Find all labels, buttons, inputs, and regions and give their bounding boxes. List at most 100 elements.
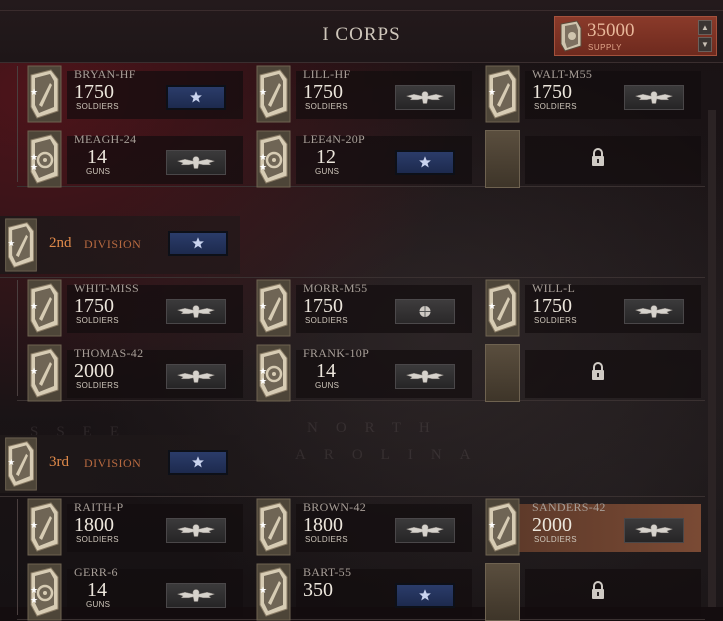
unit-card[interactable]: ★ BROWN-42 1800 SOLDIERS [256,498,472,556]
unit-card[interactable]: ★ WALT-M55 1750 SOLDIERS [485,65,701,123]
supply-down-button[interactable]: ▼ [698,37,712,52]
division-header[interactable]: ★ 3rd DIVISION [0,435,240,493]
scrollbar-track[interactable] [708,110,716,607]
unit-count: 1750 [532,81,572,103]
eagle-icon [176,589,216,602]
unit-name: GERR-6 [74,565,118,579]
unit-count: 14 [87,579,107,601]
artillery-unit-icon: ★★ [27,130,62,188]
unit-card[interactable]: ★ WHIT-MISS 1750 SOLDIERS [27,279,243,337]
unit-count-label: SOLDIERS [76,316,119,325]
infantry-unit-icon: ★ [256,498,291,556]
infantry-unit-icon: ★ [27,65,62,123]
unit-card[interactable]: ★ RAITH-P 1800 SOLDIERS [27,498,243,556]
unit-rank-badge[interactable] [166,518,226,543]
unit-rank-badge[interactable] [395,518,455,543]
svg-text:★: ★ [259,301,267,311]
unit-rank-badge[interactable] [166,85,226,110]
unit-rank-badge[interactable] [624,518,684,543]
unit-card[interactable]: ★ ★ GERR-6 14 GUNS [27,563,243,621]
svg-text:★: ★ [30,87,38,97]
unit-card[interactable]: ★ ★ LEE4N-20P 12 GUNS [256,130,472,188]
unit-card[interactable]: ★ SANDERS-42 2000 SOLDIERS [485,498,701,556]
unit-count-label: SOLDIERS [76,535,119,544]
unit-rank-badge[interactable] [166,150,226,175]
division-rank-badge[interactable] [168,450,228,475]
infantry-unit-icon: ★ [27,344,62,402]
unit-card-background [525,569,701,617]
star-icon [190,91,202,103]
svg-text:★: ★ [259,585,267,595]
unit-count-label: SOLDIERS [305,535,348,544]
svg-text:★: ★ [259,87,267,97]
svg-text:★: ★ [30,152,38,162]
unit-count-label: SOLDIERS [76,381,119,390]
eagle-icon [405,370,445,383]
unit-count-label: GUNS [315,167,340,176]
unit-name: LILL-HF [303,67,351,81]
eagle-icon [634,91,674,104]
unit-card[interactable]: ★ ★ FRANK-10P 14 GUNS [256,344,472,402]
unit-count-label: GUNS [315,381,340,390]
unit-count: 1750 [303,81,343,103]
unit-card[interactable]: ★ WILL-L 1750 SOLDIERS [485,279,701,337]
svg-text:★: ★ [30,520,38,530]
unit-card[interactable]: ★ ★ MEAGH-24 14 GUNS [27,130,243,188]
unit-count: 1750 [74,295,114,317]
svg-text:★: ★ [488,87,496,97]
unit-rank-badge[interactable] [166,583,226,608]
unit-card[interactable]: ★ BART-55 350 [256,563,472,621]
unit-rank-badge[interactable] [395,85,455,110]
star-icon [419,156,431,168]
eagle-icon [405,91,445,104]
locked-unit-slot[interactable] [485,563,701,621]
svg-text:★: ★ [259,376,267,386]
division-header[interactable]: ★ 2nd DIVISION [0,216,240,274]
division-divider [0,496,705,497]
eagle-icon [176,305,216,318]
division-bracket [17,499,25,615]
svg-text:★: ★ [488,301,496,311]
supply-up-button[interactable]: ▲ [698,20,712,35]
unit-rank-badge[interactable] [166,299,226,324]
division-number: 3rd [49,454,69,470]
unit-rank-badge[interactable] [395,150,455,175]
unit-count-label: SOLDIERS [305,102,348,111]
svg-text:★: ★ [30,366,38,376]
unit-card-background [525,350,701,398]
artillery-unit-icon: ★★ [256,344,291,402]
unit-count: 350 [303,579,333,601]
empty-slot-icon [485,563,520,621]
unit-name: WILL-L [532,281,576,295]
unit-count: 1750 [532,295,572,317]
supply-icon [560,20,582,52]
unit-card[interactable]: ★ BRYAN-HF 1750 SOLDIERS [27,65,243,123]
unit-name: FRANK-10P [303,346,370,360]
infantry-unit-icon: ★ [485,498,520,556]
unit-name: BART-55 [303,565,352,579]
unit-card[interactable]: ★ LILL-HF 1750 SOLDIERS [256,65,472,123]
unit-rank-badge[interactable] [395,364,455,389]
unit-rank-badge[interactable] [624,85,684,110]
unit-count: 1750 [74,81,114,103]
locked-unit-slot[interactable] [485,130,701,188]
empty-slot-icon [485,344,520,402]
unit-card[interactable]: ★ THOMAS-42 2000 SOLDIERS [27,344,243,402]
infantry-unit-icon: ★ [256,563,291,621]
infantry-unit-icon: ★ [485,65,520,123]
svg-text:★: ★ [259,520,267,530]
unit-card[interactable]: ★ MORR-M55 1750 SOLDIERS [256,279,472,337]
unit-rank-badge[interactable] [166,364,226,389]
unit-rank-badge[interactable] [624,299,684,324]
svg-text:★: ★ [259,152,267,162]
unit-rank-badge[interactable] [395,299,455,324]
artillery-unit-icon: ★★ [27,563,62,621]
unit-rank-badge[interactable] [395,583,455,608]
infantry-unit-icon: ★ [256,279,291,337]
svg-text:★: ★ [30,301,38,311]
division-label: DIVISION [84,456,142,470]
unit-name: THOMAS-42 [74,346,144,360]
locked-unit-slot[interactable] [485,344,701,402]
unit-name: BROWN-42 [303,500,367,514]
division-rank-badge[interactable] [168,231,228,256]
